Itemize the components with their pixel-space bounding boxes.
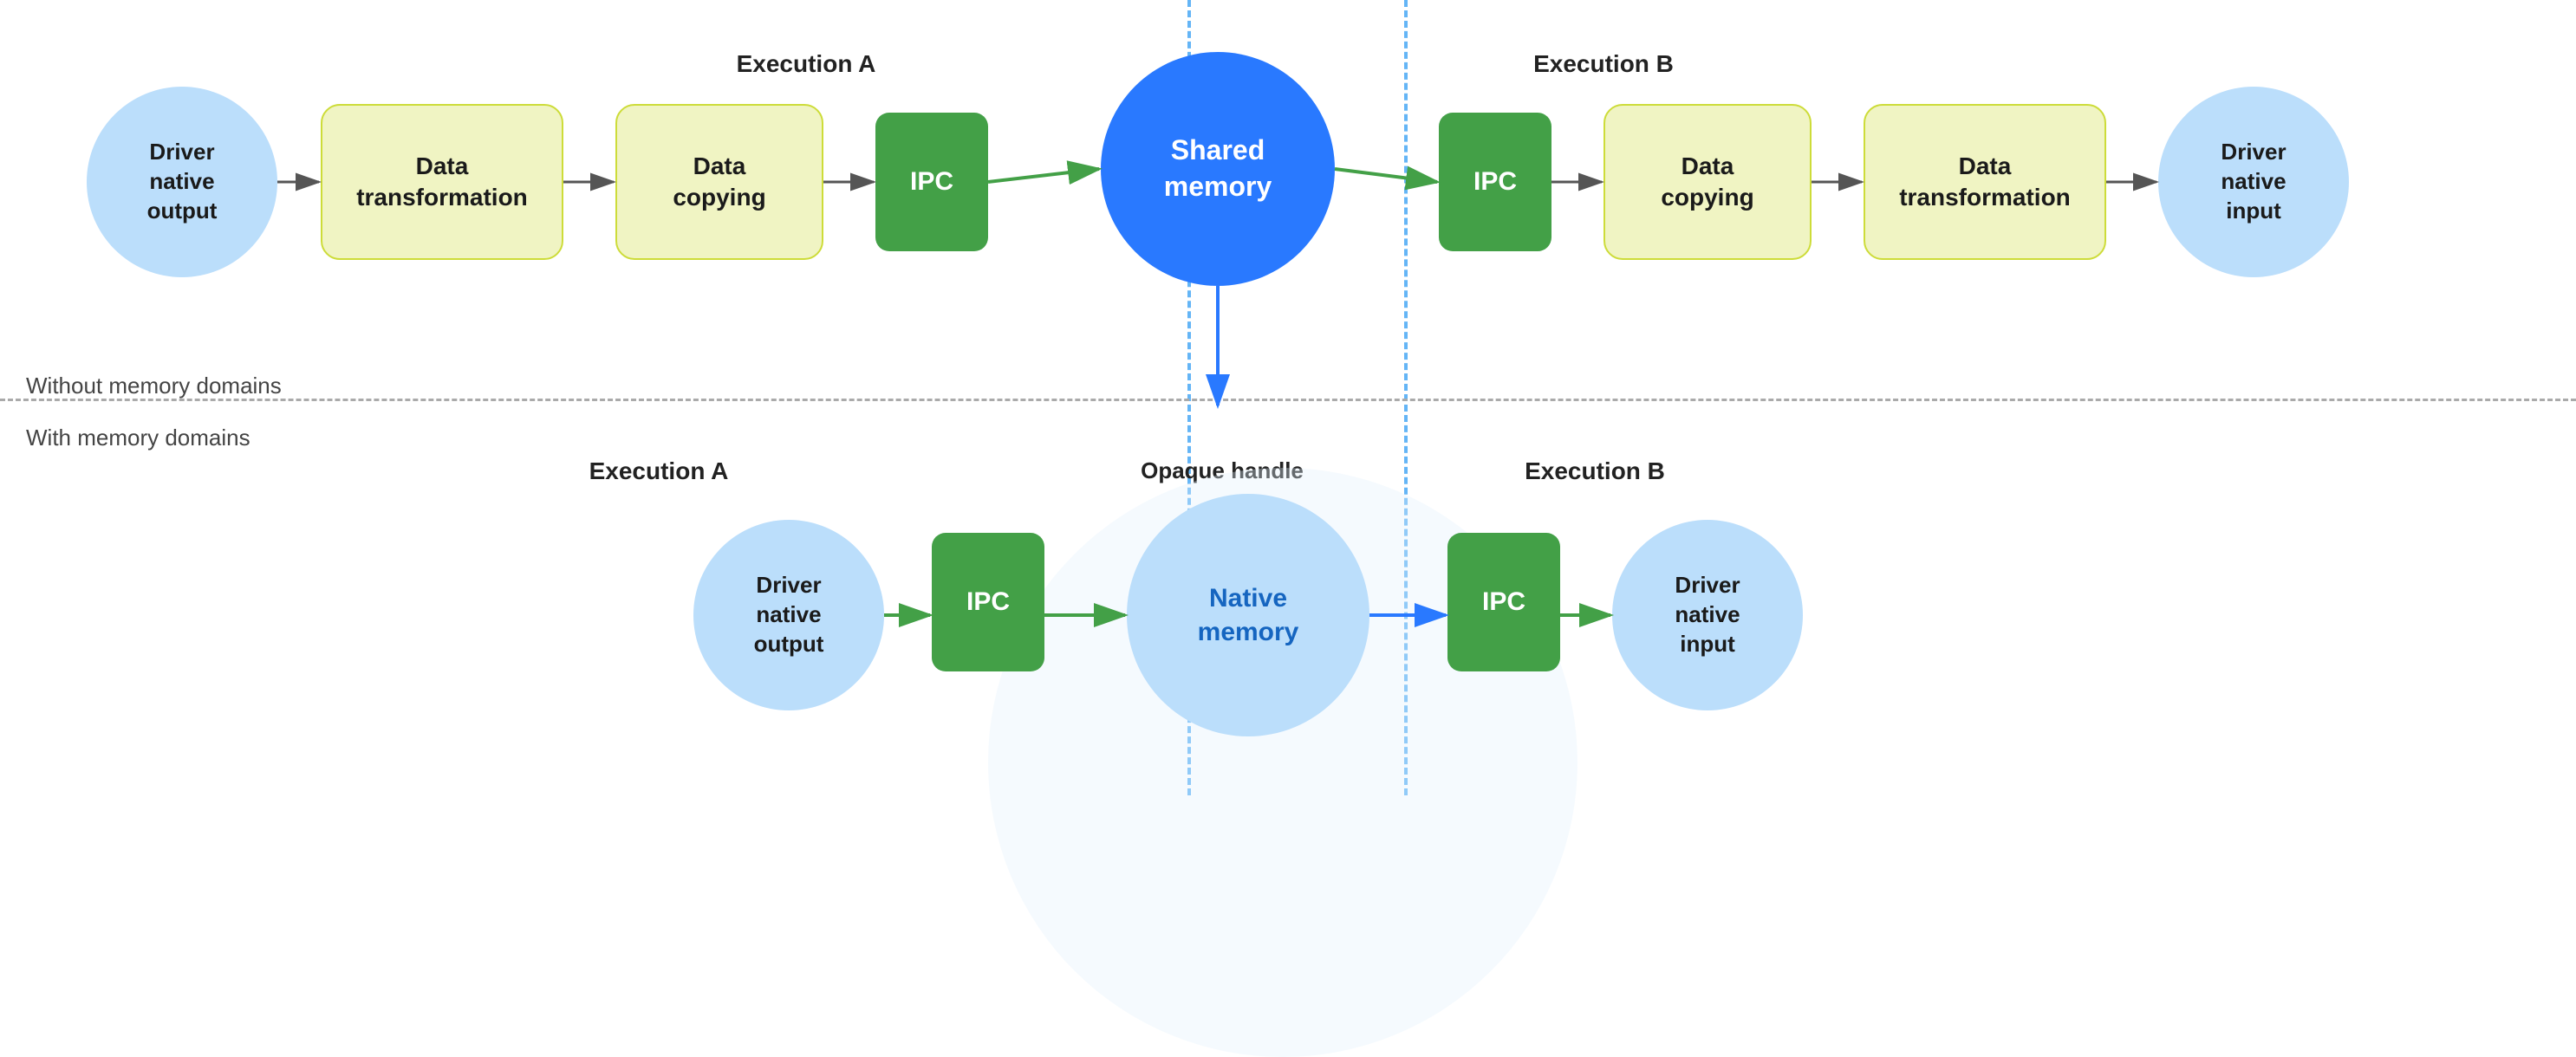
data-copying-2: Datacopying [1603, 104, 1812, 260]
driver-native-output-top: Drivernativeoutput [87, 87, 277, 277]
ipc-4: IPC [1447, 533, 1560, 671]
ipc-1: IPC [875, 113, 988, 251]
native-memory: Nativememory [1127, 494, 1369, 736]
driver-native-input-bot: Drivernativeinput [1612, 520, 1803, 710]
exec-b-label-bot: Execution B [1473, 457, 1716, 485]
section-label-without: Without memory domains [26, 373, 282, 399]
exec-a-label-top: Execution A [676, 50, 936, 78]
data-transformation-1: Datatransformation [321, 104, 563, 260]
ipc-3: IPC [932, 533, 1044, 671]
section-label-with: With memory domains [26, 425, 250, 451]
shared-memory: Sharedmemory [1101, 52, 1335, 286]
data-transformation-2: Datatransformation [1864, 104, 2106, 260]
hdivider [0, 399, 2576, 401]
driver-native-output-bot: Drivernativeoutput [693, 520, 884, 710]
driver-native-input-top: Drivernativeinput [2158, 87, 2349, 277]
exec-a-label-bot: Execution A [537, 457, 780, 485]
diagram-container: Without memory domains With memory domai… [0, 0, 2576, 795]
exec-b-label-top: Execution B [1473, 50, 1734, 78]
ipc-2: IPC [1439, 113, 1551, 251]
data-copying-1: Datacopying [615, 104, 823, 260]
